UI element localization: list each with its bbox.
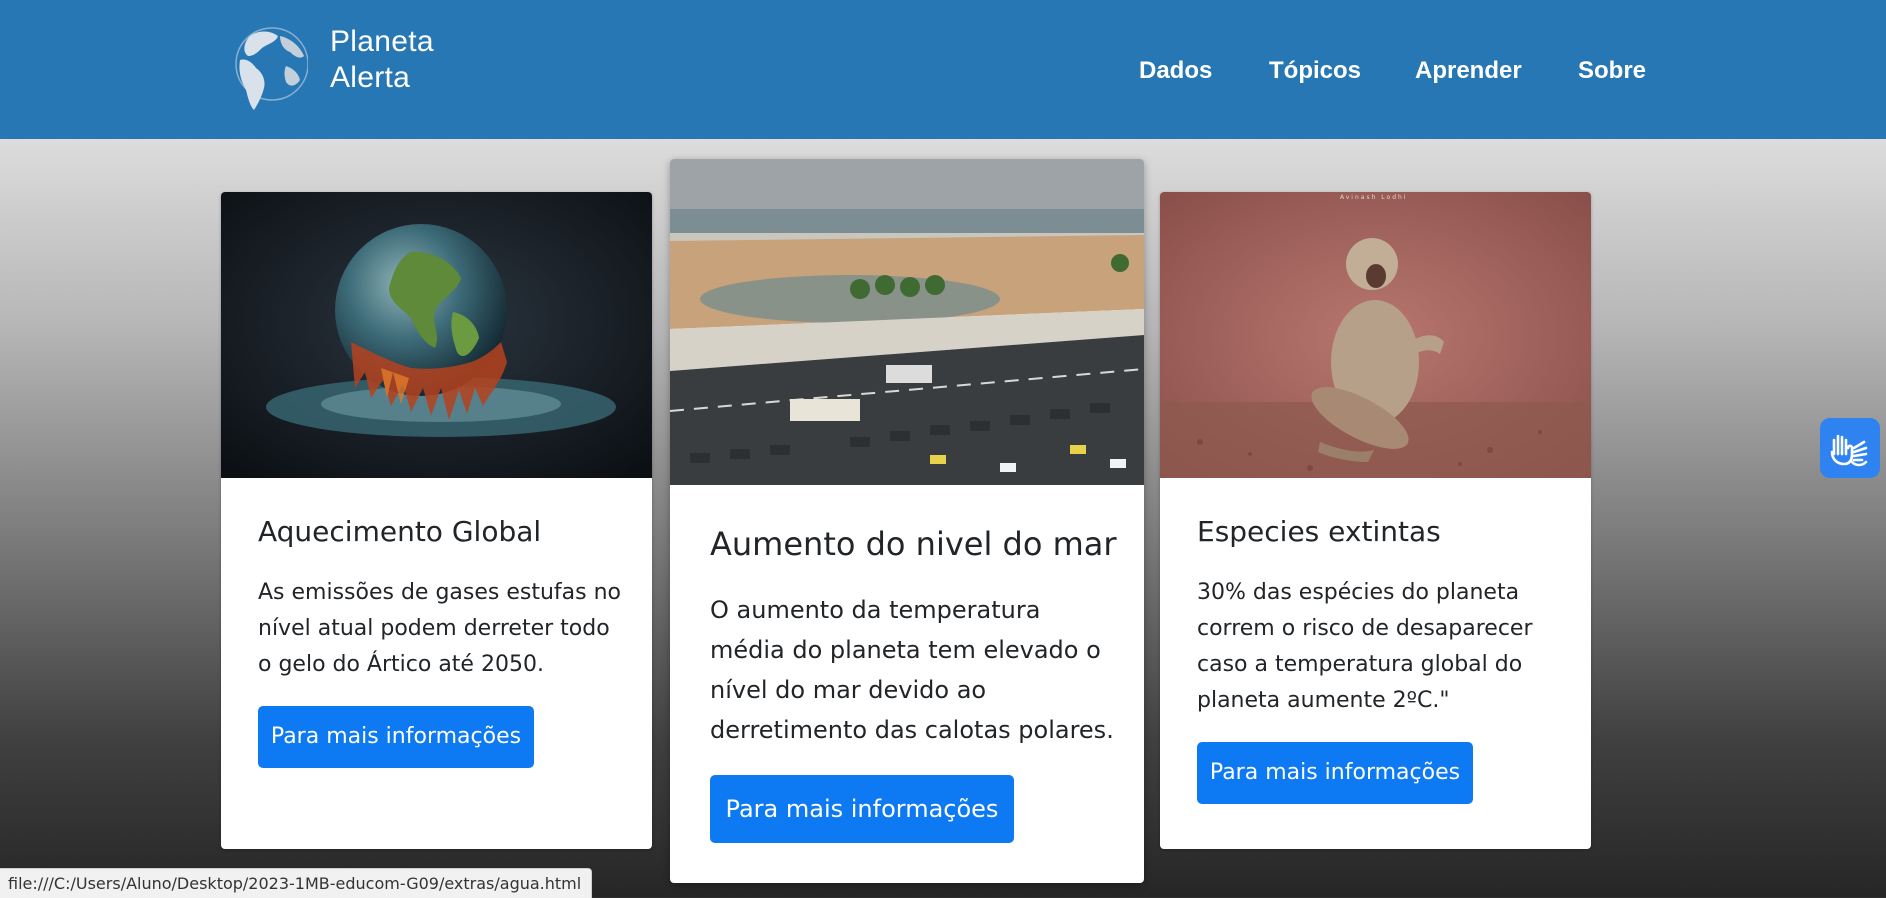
accessibility-button[interactable] <box>1820 418 1880 478</box>
brand-name[interactable]: Planeta Alerta <box>330 24 434 96</box>
nav-link-sobre[interactable]: Sobre <box>1578 56 1646 86</box>
card-aumento-nivel-mar: Aumento do nivel do mar O aumento da tem… <box>670 159 1144 883</box>
card-text-line: nível atual podem derreter todo <box>258 616 610 641</box>
sign-language-hands-icon <box>1830 434 1868 467</box>
top-navbar: Planeta Alerta Dados Tópicos Aprender So… <box>0 0 1886 139</box>
globe-icon[interactable] <box>232 22 309 112</box>
card-text-line: planeta aumente 2ºC." <box>1197 688 1450 713</box>
nav-link-aprender[interactable]: Aprender <box>1415 56 1522 86</box>
card-text-line: caso a temperatura global do <box>1197 652 1523 677</box>
melting-earth-image <box>221 192 652 478</box>
card-description: 30% das espécies do planeta correm o ris… <box>1197 575 1533 719</box>
monkeys-image <box>1160 192 1591 478</box>
nav-link-dados[interactable]: Dados <box>1139 56 1212 86</box>
more-info-button[interactable]: Para mais informações <box>710 775 1014 843</box>
card-description: As emissões de gases estufas no nível at… <box>258 575 621 683</box>
brand-line-2: Alerta <box>330 61 411 94</box>
more-info-button[interactable]: Para mais informações <box>258 706 534 768</box>
card-especies-extintas: Avinash Lodhi Especies extintas 30% das … <box>1160 192 1591 849</box>
card-text-line: As emissões de gases estufas no <box>258 580 621 605</box>
card-text-line: nível do mar devido ao <box>710 676 987 704</box>
card-text-line: 30% das espécies do planeta <box>1197 580 1520 605</box>
card-title: Especies extintas <box>1197 515 1441 548</box>
card-text-line: derretimento das calotas polares. <box>710 716 1114 744</box>
card-text-line: média do planeta tem elevado o <box>710 636 1101 664</box>
flooded-beach-image <box>670 159 1144 485</box>
nav-link-topicos[interactable]: Tópicos <box>1269 56 1361 86</box>
card-title: Aumento do nivel do mar <box>710 525 1117 563</box>
card-aquecimento-global: Aquecimento Global As emissões de gases … <box>221 192 652 849</box>
card-text-line: O aumento da temperatura <box>710 596 1041 624</box>
image-watermark: Avinash Lodhi <box>1340 194 1408 201</box>
card-title: Aquecimento Global <box>258 515 542 548</box>
browser-status-bar: file:///C:/Users/Aluno/Desktop/2023-1MB-… <box>0 868 593 898</box>
card-text-line: o gelo do Ártico até 2050. <box>258 652 544 677</box>
card-text-line: correm o risco de desaparecer <box>1197 616 1533 641</box>
card-description: O aumento da temperatura média do planet… <box>710 590 1114 750</box>
more-info-button[interactable]: Para mais informações <box>1197 742 1473 804</box>
brand-line-1: Planeta <box>330 25 434 58</box>
